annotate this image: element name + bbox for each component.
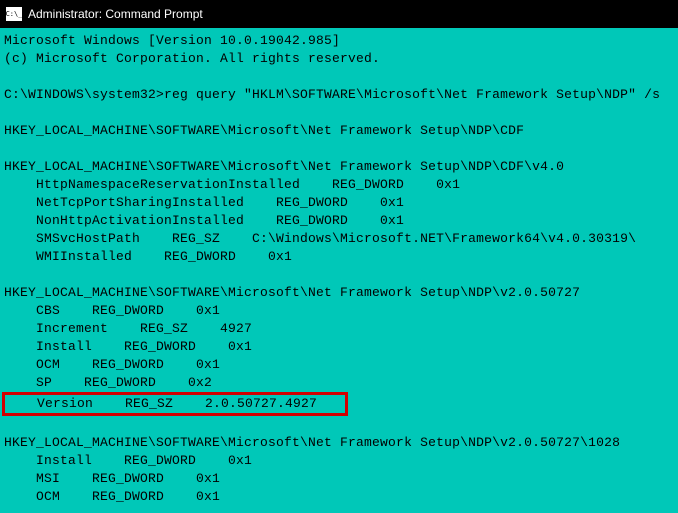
registry-value: OCM REG_DWORD 0x1 bbox=[4, 489, 220, 504]
registry-value: Version REG_SZ 2.0.50727.4927 bbox=[5, 396, 317, 411]
registry-value: CBS REG_DWORD 0x1 bbox=[4, 303, 220, 318]
window-titlebar[interactable]: Administrator: Command Prompt bbox=[0, 0, 678, 28]
registry-key: HKEY_LOCAL_MACHINE\SOFTWARE\Microsoft\Ne… bbox=[4, 159, 564, 174]
registry-value: OCM REG_DWORD 0x1 bbox=[4, 357, 220, 372]
registry-key: HKEY_LOCAL_MACHINE\SOFTWARE\Microsoft\Ne… bbox=[4, 435, 620, 450]
registry-value: WMIInstalled REG_DWORD 0x1 bbox=[4, 249, 292, 264]
registry-value: NonHttpActivationInstalled REG_DWORD 0x1 bbox=[4, 213, 404, 228]
registry-value: MSI REG_DWORD 0x1 bbox=[4, 471, 220, 486]
highlighted-version-row: Version REG_SZ 2.0.50727.4927 bbox=[2, 392, 348, 416]
terminal-output[interactable]: Microsoft Windows [Version 10.0.19042.98… bbox=[0, 28, 678, 513]
registry-value: SP REG_DWORD 0x2 bbox=[4, 375, 212, 390]
prompt: C:\WINDOWS\system32> bbox=[4, 87, 164, 102]
cmd-icon bbox=[6, 7, 22, 21]
registry-value: Install REG_DWORD 0x1 bbox=[4, 339, 252, 354]
window-title: Administrator: Command Prompt bbox=[28, 7, 203, 21]
registry-key: HKEY_LOCAL_MACHINE\SOFTWARE\Microsoft\Ne… bbox=[4, 123, 524, 138]
registry-value: Install REG_DWORD 0x1 bbox=[4, 453, 252, 468]
registry-value: SMSvcHostPath REG_SZ C:\Windows\Microsof… bbox=[4, 231, 636, 246]
registry-key: HKEY_LOCAL_MACHINE\SOFTWARE\Microsoft\Ne… bbox=[4, 285, 580, 300]
banner-line: Microsoft Windows [Version 10.0.19042.98… bbox=[4, 33, 340, 48]
banner-line: (c) Microsoft Corporation. All rights re… bbox=[4, 51, 380, 66]
command-text: reg query "HKLM\SOFTWARE\Microsoft\Net F… bbox=[164, 87, 660, 102]
registry-value: NetTcpPortSharingInstalled REG_DWORD 0x1 bbox=[4, 195, 404, 210]
registry-value: Increment REG_SZ 4927 bbox=[4, 321, 252, 336]
registry-value: HttpNamespaceReservationInstalled REG_DW… bbox=[4, 177, 460, 192]
